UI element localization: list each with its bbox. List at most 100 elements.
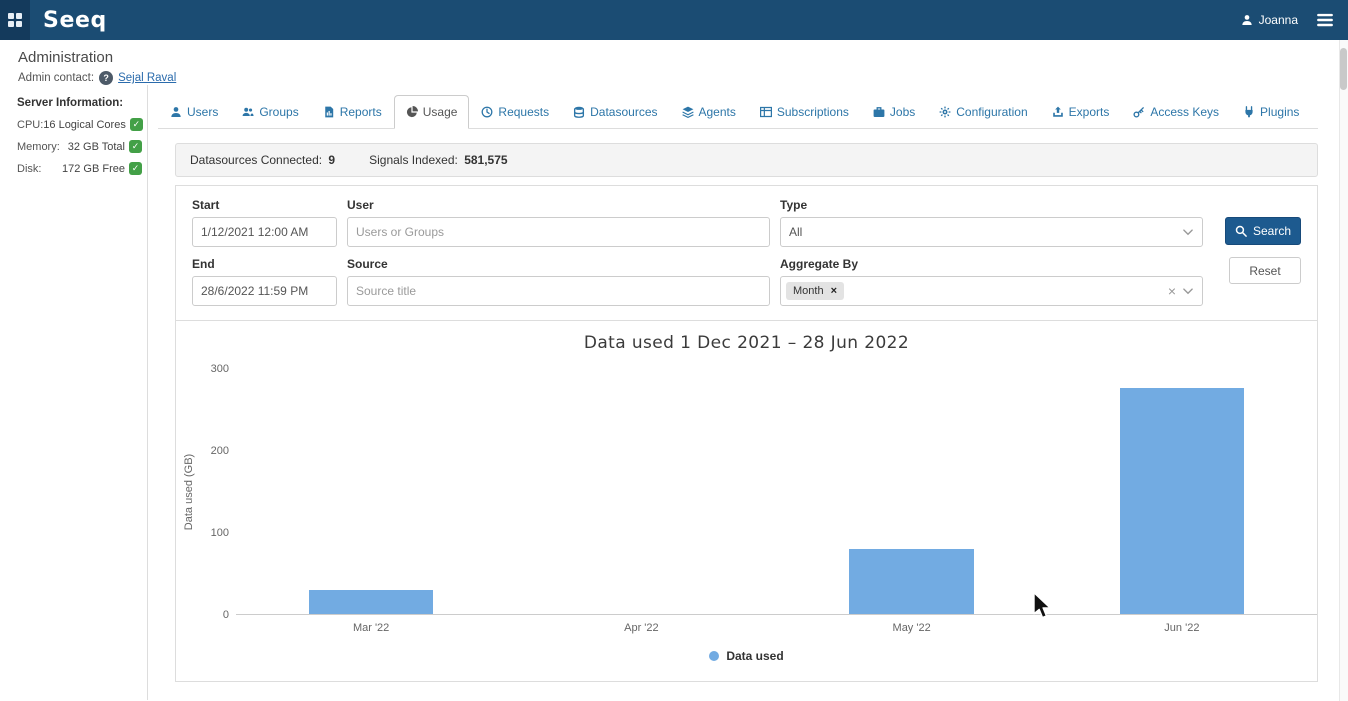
chart-category-slot: Apr '22	[506, 369, 776, 614]
report-icon	[323, 106, 335, 118]
y-axis-ticks: 0100200300	[202, 369, 236, 615]
aggregate-by-select[interactable]: Month × ×	[780, 276, 1203, 306]
user-name: Joanna	[1259, 13, 1298, 27]
user-input[interactable]	[347, 217, 770, 247]
server-info-rows: CPU:16 Logical Cores✓Memory:32 GB Total✓…	[17, 118, 142, 175]
type-select[interactable]: All	[780, 217, 1203, 247]
tab-subscriptions[interactable]: Subscriptions	[748, 95, 861, 129]
reset-button[interactable]: Reset	[1229, 257, 1301, 284]
tab-label: Plugins	[1260, 105, 1299, 119]
scrollbar-thumb[interactable]	[1340, 48, 1347, 90]
y-tick-label: 200	[211, 445, 229, 457]
admin-contact-label: Admin contact:	[18, 72, 94, 84]
start-field: Start	[192, 198, 337, 247]
server-info-row-label: Memory:	[17, 141, 60, 153]
datasources-connected-value: 9	[328, 153, 335, 167]
type-select-value: All	[789, 225, 802, 239]
seeq-logo[interactable]: Seeq	[43, 8, 107, 33]
admin-tabs: Users Groups Reports UsageRequestsDatasourc…	[158, 95, 1318, 129]
chart-section: Data used 1 Dec 2021 – 28 Jun 2022 Data …	[176, 321, 1317, 681]
type-field: Type All	[780, 198, 1203, 247]
server-info-row-label: Disk:	[17, 163, 41, 175]
chevron-down-icon	[1182, 285, 1194, 297]
search-button-label: Search	[1253, 224, 1291, 238]
admin-contact-row: Admin contact: ? Sejal Raval	[18, 71, 1348, 85]
tab-requests[interactable]: Requests	[469, 95, 561, 129]
tab-label: Exports	[1069, 105, 1110, 119]
tab-reports[interactable]: Reports	[311, 95, 394, 129]
x-tick-label: Mar '22	[353, 622, 389, 634]
question-icon[interactable]: ?	[99, 71, 113, 85]
briefcase-icon	[873, 106, 885, 118]
admin-contact-link[interactable]: Sejal Raval	[118, 72, 176, 84]
tab-label: Agents	[699, 105, 736, 119]
bar-jun-22[interactable]	[1120, 388, 1244, 614]
type-label: Type	[780, 198, 1203, 212]
signals-indexed-label: Signals Indexed:	[369, 153, 458, 167]
signals-indexed-stat: Signals Indexed: 581,575	[369, 153, 507, 167]
user-label: User	[347, 198, 770, 212]
aggregate-tag-label: Month	[793, 285, 824, 297]
tab-configuration[interactable]: Configuration	[927, 95, 1039, 129]
user-field: User	[347, 198, 770, 247]
table-icon	[760, 106, 772, 118]
pie-chart-icon	[406, 106, 418, 118]
plot-area: Mar '22Apr '22May '22Jun '22	[236, 369, 1317, 615]
end-date-input[interactable]	[192, 276, 337, 306]
stats-bar: Datasources Connected: 9 Signals Indexed…	[175, 143, 1318, 177]
chart-title: Data used 1 Dec 2021 – 28 Jun 2022	[176, 333, 1317, 353]
source-input[interactable]	[347, 276, 770, 306]
tab-agents[interactable]: Agents	[670, 95, 748, 129]
scrollbar-track[interactable]	[1339, 40, 1348, 701]
tab-label: Access Keys	[1150, 105, 1219, 119]
hamburger-menu-button[interactable]	[1316, 11, 1334, 29]
check-icon: ✓	[129, 162, 142, 175]
seeq-admin-app: Seeq Joanna Administration Admin contact…	[0, 0, 1348, 700]
source-field: Source	[347, 257, 770, 306]
search-button[interactable]: Search	[1225, 217, 1301, 245]
plug-icon	[1243, 106, 1255, 118]
tab-usage[interactable]: Usage	[394, 95, 470, 129]
tab-label: Users	[187, 105, 218, 119]
end-field: End	[192, 257, 337, 306]
check-icon: ✓	[130, 118, 143, 131]
bar-mar-22[interactable]	[309, 590, 433, 615]
filter-form: Start User Type All	[176, 186, 1317, 321]
y-axis-title: Data used (GB)	[176, 369, 202, 615]
user-icon	[170, 106, 182, 118]
chart-legend[interactable]: Data used	[176, 649, 1317, 663]
tab-label: Jobs	[890, 105, 915, 119]
tab-exports[interactable]: Exports	[1040, 95, 1122, 129]
server-info-row-label: CPU:	[17, 119, 43, 131]
top-bar-right: Joanna	[1241, 11, 1348, 29]
tab-label: Reports	[340, 105, 382, 119]
check-icon: ✓	[129, 140, 142, 153]
source-label: Source	[347, 257, 770, 271]
apps-grid-button[interactable]	[0, 0, 30, 40]
x-tick-label: Apr '22	[624, 622, 659, 634]
bar-may-22[interactable]	[849, 549, 973, 614]
user-menu[interactable]: Joanna	[1241, 13, 1298, 27]
tab-datasources[interactable]: Datasources	[561, 95, 669, 129]
tab-access-keys[interactable]: Access Keys	[1121, 95, 1231, 129]
clear-icon[interactable]: ×	[1168, 284, 1176, 298]
chart-category-slot: Mar '22	[236, 369, 506, 614]
legend-marker	[709, 651, 719, 661]
tab-users[interactable]: Users	[158, 95, 230, 129]
datasources-connected-stat: Datasources Connected: 9	[190, 153, 335, 167]
remove-tag-icon[interactable]: ×	[831, 285, 837, 297]
tab-groups[interactable]: Groups	[230, 95, 310, 129]
tab-plugins[interactable]: Plugins	[1231, 95, 1311, 129]
body-row: Server Information: CPU:16 Logical Cores…	[0, 85, 1348, 700]
server-info-row-value: 16 Logical Cores	[43, 119, 126, 131]
chart-category-slot: Jun '22	[1047, 369, 1317, 614]
tab-jobs[interactable]: Jobs	[861, 95, 927, 129]
server-info-row: Disk:172 GB Free✓	[17, 162, 142, 175]
top-bar: Seeq Joanna	[0, 0, 1348, 40]
server-info-row: Memory:32 GB Total✓	[17, 140, 142, 153]
datasources-connected-label: Datasources Connected:	[190, 153, 322, 167]
end-label: End	[192, 257, 337, 271]
tab-label: Configuration	[956, 105, 1027, 119]
user-icon	[1241, 14, 1253, 26]
start-date-input[interactable]	[192, 217, 337, 247]
